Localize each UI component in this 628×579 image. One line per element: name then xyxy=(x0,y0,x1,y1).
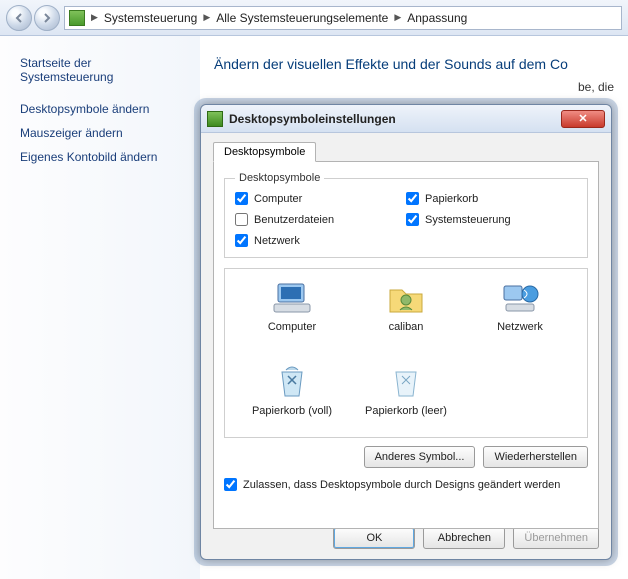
close-icon: ✕ xyxy=(578,112,587,125)
tab-desktop-icons[interactable]: Desktopsymbole xyxy=(213,142,316,162)
dialog-body: Desktopsymbole Desktopsymbole Computer B… xyxy=(201,133,611,539)
breadcrumb-item[interactable]: Systemsteuerung xyxy=(104,11,197,25)
desktop-icon-settings-dialog: Desktopsymboleinstellungen ✕ Desktopsymb… xyxy=(200,104,612,560)
checkbox-control-panel[interactable]: Systemsteuerung xyxy=(406,213,577,226)
network-icon xyxy=(499,279,541,317)
checkbox-label: Computer xyxy=(254,193,302,205)
sidebar: Startseite der Systemsteuerung Desktopsy… xyxy=(0,36,200,579)
checkbox-user-files[interactable]: Benutzerdateien xyxy=(235,213,406,226)
icon-label: Netzwerk xyxy=(497,321,543,333)
checkbox-input[interactable] xyxy=(406,213,419,226)
checkbox-input[interactable] xyxy=(235,192,248,205)
arrow-left-icon xyxy=(14,13,24,23)
group-legend: Desktopsymbole xyxy=(235,172,324,184)
nav-forward-button[interactable] xyxy=(34,5,60,31)
dialog-title: Desktopsymboleinstellungen xyxy=(229,112,561,126)
icon-item-recycle-full[interactable]: Papierkorb (voll) xyxy=(237,363,347,443)
change-icon-button[interactable]: Anderes Symbol... xyxy=(364,446,476,468)
icon-item-recycle-empty[interactable]: Papierkorb (leer) xyxy=(351,363,461,443)
checkbox-input[interactable] xyxy=(224,478,237,491)
control-panel-icon xyxy=(69,10,85,26)
icon-item-user-folder[interactable]: caliban xyxy=(351,279,461,359)
dialog-app-icon xyxy=(207,111,223,127)
icon-item-network[interactable]: Netzwerk xyxy=(465,279,575,359)
ok-button[interactable]: OK xyxy=(333,527,415,549)
checkbox-network[interactable]: Netzwerk xyxy=(235,234,406,247)
sidebar-link-desktop-icons[interactable]: Desktopsymbole ändern xyxy=(20,102,188,116)
arrow-right-icon xyxy=(42,13,52,23)
address-bar[interactable]: ▶ Systemsteuerung ▶ Alle Systemsteuerung… xyxy=(64,6,622,30)
apply-button[interactable]: Übernehmen xyxy=(513,527,599,549)
checkbox-label: Netzwerk xyxy=(254,235,300,247)
checkbox-input[interactable] xyxy=(406,192,419,205)
chevron-right-icon: ▶ xyxy=(201,12,212,23)
tab-page: Desktopsymbole Computer Benutzerdateien xyxy=(213,161,599,529)
recycle-full-icon xyxy=(271,363,313,401)
page-title: Ändern der visuellen Effekte und der Sou… xyxy=(214,56,614,72)
sidebar-heading[interactable]: Startseite der Systemsteuerung xyxy=(20,56,188,84)
checkbox-label: Systemsteuerung xyxy=(425,214,511,226)
nav-back-button[interactable] xyxy=(6,5,32,31)
page-subtext: be, die xyxy=(214,80,614,94)
icon-label: Computer xyxy=(268,321,316,333)
breadcrumb-item[interactable]: Alle Systemsteuerungselemente xyxy=(216,11,388,25)
dialog-footer: OK Abbrechen Übernehmen xyxy=(333,527,599,549)
recycle-empty-icon xyxy=(385,363,427,401)
checkbox-allow-themes[interactable]: Zulassen, dass Desktopsymbole durch Desi… xyxy=(224,478,588,491)
icon-label: Papierkorb (voll) xyxy=(252,405,332,417)
icon-label: caliban xyxy=(389,321,424,333)
checkbox-label: Papierkorb xyxy=(425,193,478,205)
restore-default-button[interactable]: Wiederherstellen xyxy=(483,446,588,468)
breadcrumb-item[interactable]: Anpassung xyxy=(407,11,467,25)
checkbox-input[interactable] xyxy=(235,234,248,247)
dialog-titlebar[interactable]: Desktopsymboleinstellungen ✕ xyxy=(201,105,611,133)
desktop-icons-group: Desktopsymbole Computer Benutzerdateien xyxy=(224,172,588,258)
computer-icon xyxy=(271,279,313,317)
checkbox-label: Benutzerdateien xyxy=(254,214,334,226)
explorer-navbar: ▶ Systemsteuerung ▶ Alle Systemsteuerung… xyxy=(0,0,628,36)
chevron-right-icon: ▶ xyxy=(392,12,403,23)
checkbox-computer[interactable]: Computer xyxy=(235,192,406,205)
checkbox-label: Zulassen, dass Desktopsymbole durch Desi… xyxy=(243,479,560,491)
icon-item-computer[interactable]: Computer xyxy=(237,279,347,359)
checkbox-recycle-bin[interactable]: Papierkorb xyxy=(406,192,577,205)
icon-label: Papierkorb (leer) xyxy=(365,405,447,417)
user-folder-icon xyxy=(385,279,427,317)
cancel-button[interactable]: Abbrechen xyxy=(423,527,505,549)
sidebar-link-account-picture[interactable]: Eigenes Kontobild ändern xyxy=(20,150,188,164)
close-button[interactable]: ✕ xyxy=(561,110,605,128)
chevron-right-icon: ▶ xyxy=(89,12,100,23)
icon-preview-list[interactable]: Computer caliban Netzwerk xyxy=(224,268,588,438)
checkbox-input[interactable] xyxy=(235,213,248,226)
sidebar-link-mouse-pointer[interactable]: Mauszeiger ändern xyxy=(20,126,188,140)
